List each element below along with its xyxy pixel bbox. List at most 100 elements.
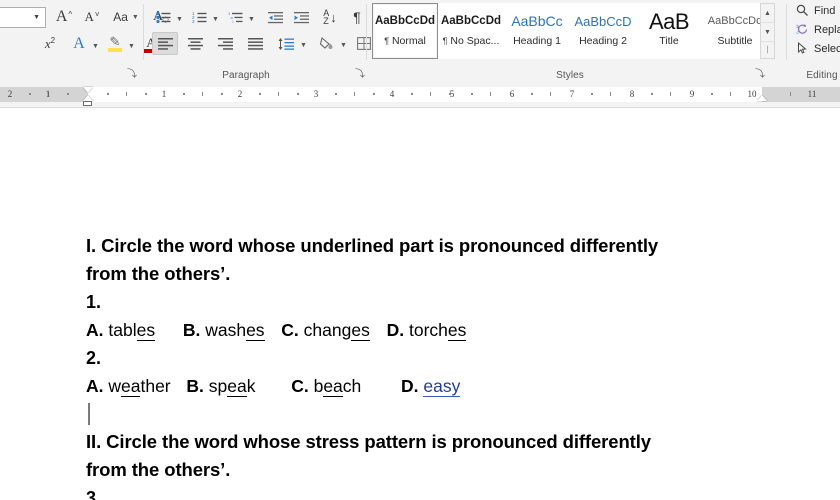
option-prefix: b xyxy=(313,376,324,396)
document-body[interactable]: I. Circle the word whose underlined part… xyxy=(86,232,786,500)
styles-scroll-down-icon[interactable]: ▼ xyxy=(761,22,774,41)
document-page[interactable]: I. Circle the word whose underlined part… xyxy=(0,108,840,500)
style-item-subtitle[interactable]: AaBbCcDd Subtitle xyxy=(702,3,768,59)
group-divider xyxy=(786,4,787,60)
style-item-heading-1[interactable]: AaBbCc Heading 1 xyxy=(504,3,570,59)
style-name: Subtitle xyxy=(717,34,753,47)
paragraph-dialog-launcher[interactable]: ⤵ xyxy=(354,69,366,81)
align-right-icon xyxy=(217,37,233,50)
option-text: changes xyxy=(304,320,370,341)
style-item-title[interactable]: AaB Title xyxy=(636,3,702,59)
style-item-heading-2[interactable]: AaBbCcD Heading 2 xyxy=(570,3,636,59)
ruler-tick: 1 xyxy=(45,89,51,99)
superscript-button[interactable]: x 2 xyxy=(38,33,62,55)
show-formatting-marks-button[interactable]: ¶ xyxy=(346,6,368,28)
option-letter: C. xyxy=(291,376,309,396)
multilevel-list-chevron-icon[interactable]: ▼ xyxy=(248,16,255,23)
bullets-chevron-icon[interactable]: ▼ xyxy=(176,16,183,23)
styles-more-icon[interactable]: ⏐ xyxy=(761,41,774,60)
horizontal-ruler[interactable]: 2 1 1 2 3 4 5 6 7 8 9 10 11 xyxy=(0,84,840,108)
replace-icon: b c xyxy=(797,24,808,35)
increase-indent-button[interactable] xyxy=(290,6,312,28)
text-effects-chevron-icon[interactable]: ▼ xyxy=(92,43,99,50)
align-left-button[interactable] xyxy=(152,32,178,55)
styles-group-body: AaBbCcDd ¶ Normal AaBbCcDd ¶ No Spac... … xyxy=(370,0,775,62)
question-1-options: A. tables B. washes C. changes D. torche… xyxy=(86,316,786,344)
option-underlined-part: ea xyxy=(121,376,141,397)
ruler-dash xyxy=(278,92,279,96)
style-item-normal[interactable]: AaBbCcDd ¶ Normal xyxy=(372,3,438,59)
text-highlight-chevron-icon[interactable]: ▼ xyxy=(128,43,135,50)
left-indent-marker[interactable] xyxy=(83,101,92,106)
ruler-dot xyxy=(107,93,109,95)
styles-scroll-up-icon[interactable]: ▲ xyxy=(761,4,774,22)
grow-font-caret-icon: ^ xyxy=(68,9,73,19)
option-letter: B. xyxy=(186,376,204,396)
font-size-chevron-icon[interactable]: ▼ xyxy=(33,14,40,21)
shading-chevron-icon[interactable]: ▼ xyxy=(340,42,347,49)
change-case-chevron-icon: ▼ xyxy=(131,13,139,21)
first-line-indent-marker[interactable] xyxy=(83,87,93,93)
decrease-indent-button[interactable] xyxy=(264,6,286,28)
decrease-indent-icon xyxy=(267,11,283,23)
justify-button[interactable] xyxy=(242,32,268,55)
text-effects-button[interactable]: A xyxy=(68,33,90,55)
shading-bucket-icon xyxy=(319,37,332,49)
line-spacing-button[interactable] xyxy=(274,32,298,55)
line-spacing-chevron-icon[interactable]: ▼ xyxy=(300,42,307,49)
shrink-font-button[interactable]: A ˅ xyxy=(80,6,104,28)
text-highlight-button[interactable]: ✎ xyxy=(104,33,126,55)
style-preview: AaBbCc xyxy=(511,12,563,29)
group-divider xyxy=(366,4,367,60)
option-prefix: tabl xyxy=(108,320,137,340)
style-item-no-spacing[interactable]: AaBbCcDd ¶ No Spac... xyxy=(438,3,504,59)
empty-paragraph-line[interactable] xyxy=(86,400,786,428)
option-text: speak xyxy=(208,376,255,397)
option-prefix: chang xyxy=(303,320,352,340)
style-label: Normal xyxy=(391,34,426,47)
ruler-tick: 7 xyxy=(569,89,575,99)
multilevel-list-button[interactable]: 1 a i xyxy=(224,6,246,28)
ruler-dash xyxy=(730,92,731,96)
option-prefix: sp xyxy=(208,376,228,396)
bullets-button[interactable] xyxy=(152,6,174,28)
numbering-button[interactable]: 1 2 3 xyxy=(188,6,210,28)
ruler-tick: 1 xyxy=(161,89,167,99)
superscript-exponent-icon: 2 xyxy=(50,36,56,45)
change-case-icon: Aa xyxy=(113,10,128,24)
font-size-input[interactable]: 5 ▼ xyxy=(0,7,46,28)
font-group-body: 5 ▼ A ^ A ˅ Aa ▼ xyxy=(0,0,171,62)
ruler-tick: 9 xyxy=(689,89,695,99)
ruler-tick: 11 xyxy=(807,89,817,99)
ruler-dash xyxy=(126,92,127,96)
ruler-dash xyxy=(550,92,551,96)
align-center-button[interactable] xyxy=(182,32,208,55)
ruler-dot xyxy=(531,93,533,95)
style-mark: ¶ xyxy=(384,35,390,46)
styles-dialog-launcher[interactable]: ⤵ xyxy=(754,69,766,81)
ruler-tick: 2 xyxy=(237,89,243,99)
right-indent-marker[interactable] xyxy=(757,95,767,101)
option-suffix: ch xyxy=(342,376,362,396)
styles-gallery-scroll[interactable]: ▲ ▼ ⏐ xyxy=(760,3,775,59)
line-spacing-icon xyxy=(278,37,294,50)
grow-font-button[interactable]: A ^ xyxy=(52,6,76,28)
select-button[interactable]: Selec xyxy=(796,42,840,55)
font-dialog-launcher[interactable]: ⤵ xyxy=(126,69,138,81)
shading-button[interactable] xyxy=(314,32,338,55)
change-case-button[interactable]: Aa ▼ xyxy=(108,6,144,28)
option-suffix: ther xyxy=(140,376,171,396)
paragraph-group-body: ▼ 1 2 3 ▼ 1 a i ▼ A Z ↓ ¶ ▼ ▼ xyxy=(146,0,385,62)
text-effects-icon: A xyxy=(73,35,85,52)
find-button[interactable]: Find xyxy=(796,4,835,17)
numbering-chevron-icon[interactable]: ▼ xyxy=(212,16,219,23)
ribbon: 5 ▼ A ^ A ˅ Aa ▼ xyxy=(0,0,840,85)
question-2-options: A. weather B. speak C. beach D. easy xyxy=(86,372,786,400)
sort-button[interactable]: A Z ↓ xyxy=(318,5,342,29)
replace-button[interactable]: b c Repla xyxy=(796,23,840,36)
align-right-button[interactable] xyxy=(212,32,238,55)
sort-icon: A Z xyxy=(323,9,329,26)
styles-gallery: AaBbCcDd ¶ Normal AaBbCcDd ¶ No Spac... … xyxy=(372,3,768,59)
option-text-hyperlink[interactable]: easy xyxy=(423,376,461,397)
option-letter: D. xyxy=(386,320,405,340)
